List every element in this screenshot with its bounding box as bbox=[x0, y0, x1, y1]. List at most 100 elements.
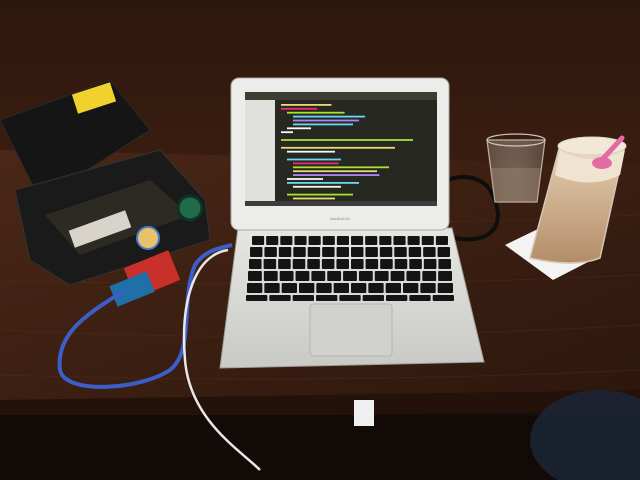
laptop-brand-label: MacBook Air bbox=[330, 217, 350, 221]
keyboard-key bbox=[295, 271, 310, 281]
keyboard-key bbox=[435, 236, 448, 245]
keyboard-key bbox=[423, 247, 436, 257]
keyboard-key bbox=[327, 271, 342, 281]
code-line bbox=[281, 146, 395, 149]
scene-drawing: MacBook Air bbox=[0, 0, 640, 480]
water-glass bbox=[486, 133, 546, 203]
keyboard-key bbox=[385, 283, 401, 293]
keyboard-key bbox=[316, 295, 338, 301]
keyboard-key bbox=[351, 283, 367, 293]
keyboard-key bbox=[403, 283, 419, 293]
keyboard-key bbox=[374, 271, 389, 281]
keyboard-key bbox=[269, 295, 291, 301]
code-line bbox=[293, 170, 377, 173]
keyboard-key bbox=[280, 236, 293, 245]
keyboard-key bbox=[365, 259, 379, 269]
keyboard-key bbox=[249, 259, 262, 269]
power-adapter bbox=[354, 400, 374, 426]
tape-roll bbox=[176, 194, 204, 222]
keyboard-key bbox=[316, 283, 332, 293]
keyboard-key bbox=[365, 236, 378, 245]
keyboard-key bbox=[343, 271, 357, 281]
keyboard-key bbox=[351, 236, 364, 245]
code-line bbox=[293, 123, 353, 126]
code-line bbox=[281, 107, 317, 110]
editor-tabbar bbox=[245, 92, 437, 100]
code-line bbox=[281, 139, 413, 141]
code-line bbox=[287, 182, 359, 184]
photo-scene: MacBook Air bbox=[0, 0, 640, 480]
code-line bbox=[293, 115, 365, 118]
code-line bbox=[281, 104, 332, 106]
code-line bbox=[287, 127, 311, 130]
keyboard-key bbox=[263, 271, 278, 281]
keyboard-key bbox=[247, 283, 263, 293]
keyboard-key bbox=[394, 259, 408, 269]
keyboard-key bbox=[294, 236, 307, 245]
keyboard-key bbox=[307, 259, 320, 269]
keyboard-key bbox=[437, 247, 450, 257]
keyboard-key bbox=[351, 247, 364, 257]
keyboard-key bbox=[252, 236, 265, 245]
keyboard-key bbox=[321, 259, 335, 269]
code-line bbox=[281, 131, 293, 134]
code-line bbox=[293, 174, 380, 176]
code-line bbox=[293, 162, 339, 165]
keyboard-key bbox=[263, 259, 277, 269]
keyboard-key bbox=[336, 236, 349, 245]
keyboard-key bbox=[336, 259, 349, 269]
keyboard-key bbox=[278, 259, 291, 269]
keyboard-key bbox=[408, 247, 422, 257]
code-line bbox=[293, 197, 335, 200]
keyboard-key bbox=[421, 236, 434, 245]
keyboard-key bbox=[351, 259, 364, 269]
keyboard-key bbox=[394, 247, 407, 257]
code-line bbox=[287, 178, 323, 180]
keyboard-key bbox=[379, 236, 392, 245]
keyboard-key bbox=[246, 295, 268, 301]
code-line bbox=[287, 193, 353, 196]
keyboard-key bbox=[409, 259, 422, 269]
keyboard-key bbox=[358, 271, 373, 281]
keyboard-key bbox=[420, 283, 436, 293]
keyboard-key bbox=[311, 271, 326, 281]
keyboard-key bbox=[409, 295, 431, 301]
keyboard-key bbox=[299, 283, 315, 293]
keyboard-key bbox=[322, 236, 335, 245]
editor-sidebar bbox=[245, 100, 275, 206]
keyboard-key bbox=[278, 247, 292, 257]
code-line bbox=[287, 150, 335, 153]
keyboard-key bbox=[365, 247, 378, 257]
laptop-trackpad bbox=[309, 303, 393, 357]
keyboard-key bbox=[336, 247, 349, 257]
keyboard-key bbox=[368, 283, 384, 293]
keyboard-key bbox=[432, 295, 454, 301]
sticker-circle bbox=[136, 226, 160, 250]
keyboard-key bbox=[390, 271, 405, 281]
keyboard-key bbox=[308, 236, 321, 245]
keyboard-key bbox=[423, 259, 437, 269]
keyboard-key bbox=[264, 247, 277, 257]
code-line bbox=[287, 158, 341, 161]
keyboard-key bbox=[393, 236, 406, 245]
keyboard-key bbox=[266, 236, 279, 245]
keyboard-key bbox=[437, 283, 453, 293]
keyboard-key bbox=[248, 271, 262, 281]
editor-statusbar bbox=[245, 201, 437, 206]
keyboard-key bbox=[333, 283, 349, 293]
keyboard-key bbox=[438, 271, 452, 281]
keyboard-key bbox=[293, 247, 306, 257]
keyboard-key bbox=[362, 295, 384, 301]
keyboard-key bbox=[380, 259, 393, 269]
code-line bbox=[287, 111, 345, 114]
code-line bbox=[293, 166, 389, 169]
keyboard-key bbox=[322, 247, 335, 257]
keyboard-key bbox=[279, 271, 294, 281]
keyboard-key bbox=[407, 236, 420, 245]
keyboard-key bbox=[386, 295, 408, 301]
keyboard-key bbox=[379, 247, 393, 257]
keyboard-key bbox=[438, 259, 451, 269]
keyboard-key bbox=[307, 247, 321, 257]
keyboard-key bbox=[422, 271, 437, 281]
keyboard-key bbox=[406, 271, 421, 281]
